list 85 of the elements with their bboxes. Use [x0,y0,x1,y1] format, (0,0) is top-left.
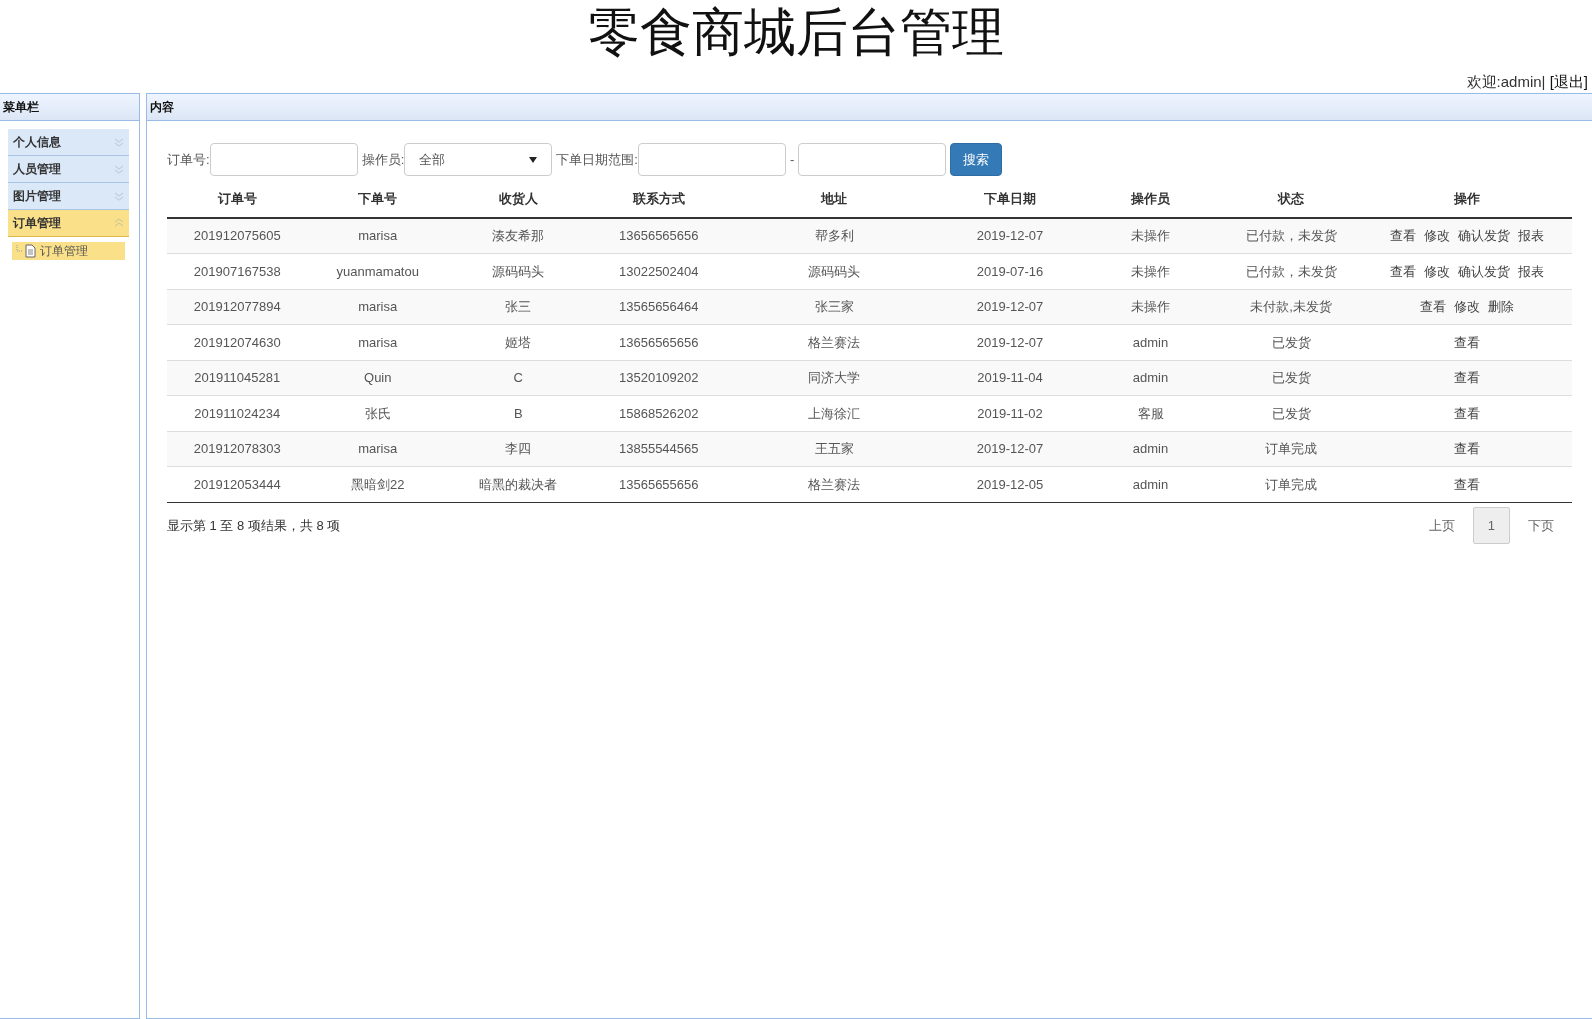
document-icon [16,244,38,258]
action-link[interactable]: 确认发货 [1457,228,1510,244]
table-cell: 格兰赛法 [729,466,940,502]
sidebar-item[interactable]: 订单管理 [8,210,129,237]
action-link[interactable]: 查看 [1389,263,1416,279]
action-link[interactable]: 查看 [1453,476,1480,492]
field-label: 订单号: [167,150,210,169]
sidebar-subitem[interactable]: 订单管理 [12,242,125,260]
table-cell: 未操作 [1080,289,1221,325]
next-page-link[interactable]: 下页 [1510,507,1572,543]
chevron-icon [114,191,124,201]
date-separator: - [789,150,795,169]
welcome-text: 欢迎:admin| [1466,72,1546,90]
table-cell: 未付款,未发货 [1220,289,1362,325]
chevron-icon [114,164,124,174]
table-cell: 帮多利 [729,218,940,254]
action-link[interactable]: 查看 [1453,441,1480,456]
action-link[interactable]: 确认发货 [1457,263,1510,279]
sidebar-item[interactable]: 个人信息 [8,129,129,156]
action-link[interactable]: 报表 [1517,263,1544,279]
end-date-field[interactable] [798,143,947,176]
table-cell: 13520109202 [588,360,729,396]
field-label: 操作员: [361,150,405,169]
logout-link[interactable]: [退出] [1549,72,1588,90]
sidebar-item[interactable]: 图片管理 [8,183,129,210]
table-cell: 已付款，未发货 [1220,218,1362,254]
table-cell: 未操作 [1080,218,1221,254]
table-cell: admin [1080,466,1221,502]
chevron-icon [114,137,124,147]
action-link[interactable]: 查看 [1419,299,1446,314]
table-cell: 2019-12-07 [939,218,1081,254]
table-cell: marisa [307,431,448,467]
table-cell: Quin [307,360,448,396]
table-cell: 王五家 [729,431,940,467]
table-cell: C [448,360,589,396]
table-cell: 订单完成 [1220,431,1362,467]
action-link[interactable]: 修改 [1423,263,1450,279]
action-link[interactable]: 修改 [1423,228,1450,244]
table-cell: 13855544565 [588,431,729,467]
caret-icon [529,156,538,163]
panel-header: 内容 [147,94,1592,121]
table-cell: 张三 [448,289,589,325]
table-cell: 13656565656 [588,218,729,254]
page-title: 零食商城后台管理 [587,2,1005,63]
operator-dropdown[interactable]: 全部 [404,143,553,176]
action-link[interactable]: 查看 [1453,370,1480,385]
panel-header: 菜单栏 [0,94,139,121]
table-cell: 张三家 [729,289,940,325]
table-cell: marisa [307,218,448,254]
table-cell: 201912075605 [167,218,308,254]
table-cell: 黑暗剑22 [307,466,448,502]
table-cell: 湊友希那 [448,218,589,254]
table-cell: 201912078303 [167,431,308,467]
table-cell: admin [1080,360,1221,396]
field-label: 下单日期范围: [556,150,638,169]
table-cell: 2019-12-05 [939,466,1081,502]
prev-page-link[interactable]: 上页 [1410,507,1473,543]
table-cell: 2019-12-07 [939,289,1081,325]
table-cell: 李四 [448,431,589,467]
action-link[interactable]: 查看 [1389,228,1416,244]
chevron-icon [114,218,124,228]
action-link[interactable]: 查看 [1453,405,1480,421]
table-cell: 订单完成 [1220,466,1362,502]
table-cell: 2019-11-04 [939,360,1081,396]
order-number-field[interactable] [209,143,358,176]
start-date-field[interactable] [637,143,786,176]
action-link[interactable]: 修改 [1453,299,1480,314]
table-cell: 13565655656 [588,466,729,502]
table-cell: 暗黑的裁决者 [448,466,589,502]
table-cell: 13565656464 [588,289,729,325]
sidebar-item[interactable]: 人员管理 [8,156,129,183]
table-cell: 201912053444 [167,466,308,502]
action-link[interactable]: 删除 [1487,299,1514,314]
table-cell: 同济大学 [729,360,940,396]
results-summary: 显示第 1 至 8 项结果，共 8 项 [167,516,341,535]
action-link[interactable]: 查看 [1453,334,1480,350]
table-cell: marisa [307,289,448,325]
table-cell: 2019-12-07 [939,431,1081,467]
table-cell: admin [1080,431,1221,467]
search-button[interactable]: 搜索 [950,143,1003,176]
page-number[interactable]: 1 [1472,506,1510,544]
table-cell: 201912077894 [167,289,308,325]
table-cell: 已发货 [1220,360,1362,396]
action-link[interactable]: 报表 [1517,228,1544,244]
table-cell: 201911045281 [167,360,308,396]
